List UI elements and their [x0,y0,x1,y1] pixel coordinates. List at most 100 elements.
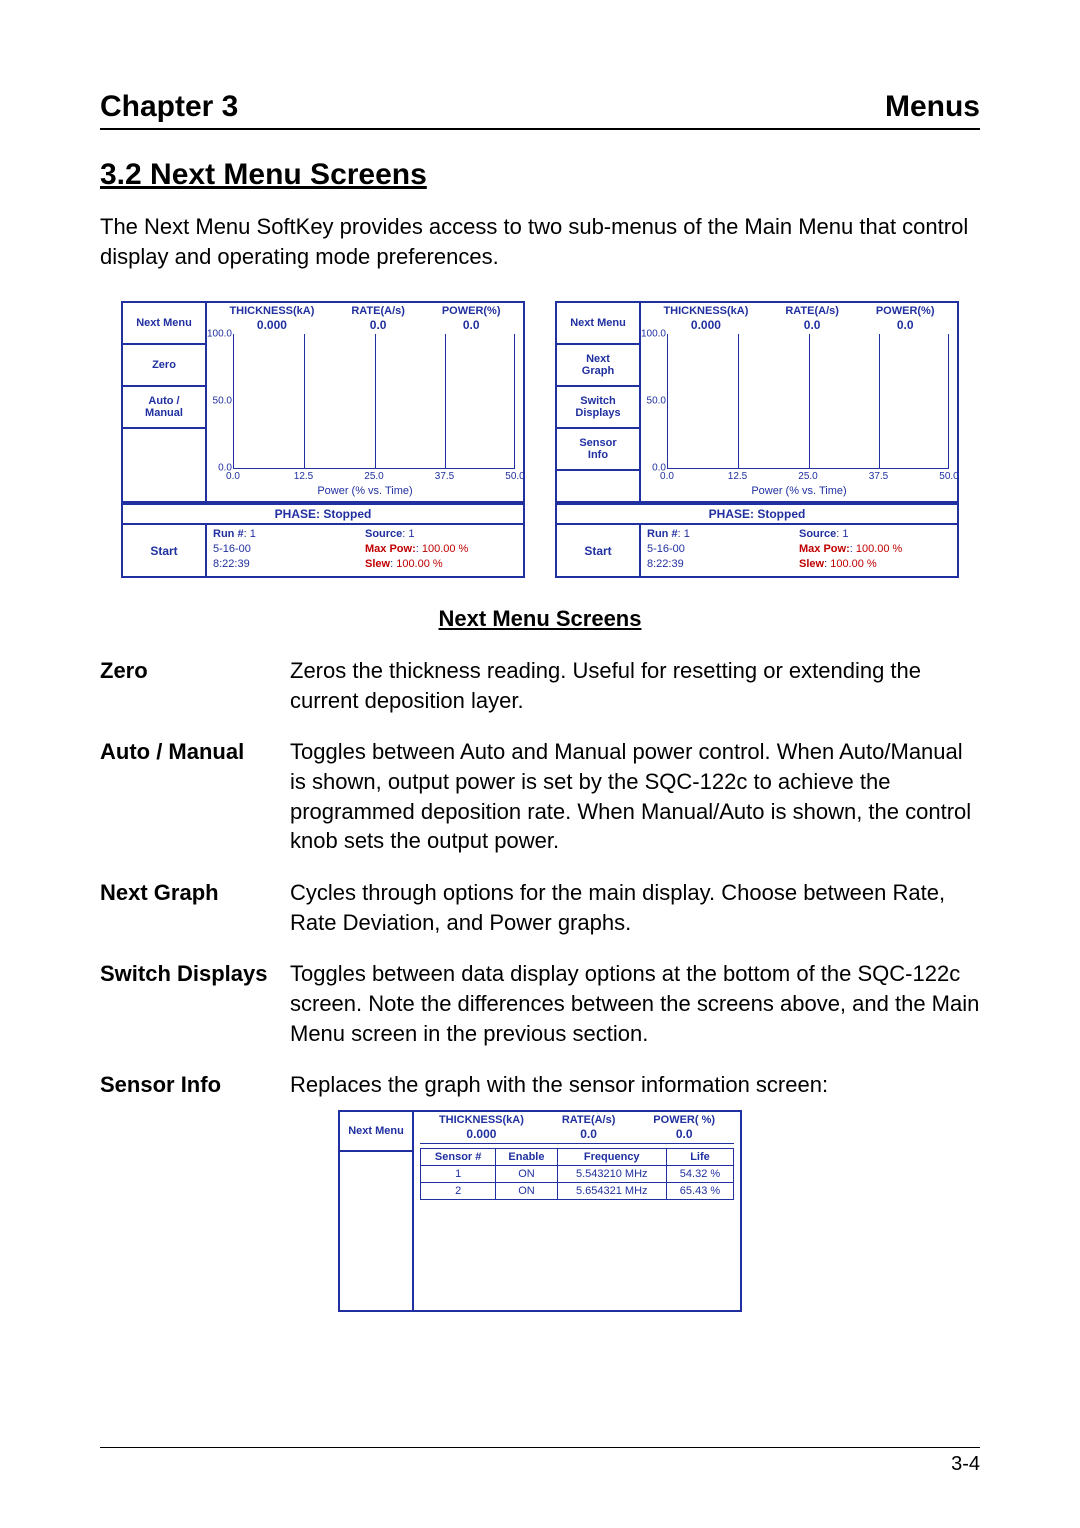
softkey-label: Sensor [579,437,616,449]
x-tick: 12.5 [294,471,313,482]
readouts-row: THICKNESS(kA) 0.000 RATE(A/s) 0.0 POWER(… [207,303,523,334]
definition-term: Switch Displays [100,959,290,1048]
softkey-label: Auto / [148,395,179,407]
readout-label: RATE(A/s) [351,305,405,317]
definition-desc: Zeros the thickness reading. Useful for … [290,656,980,715]
readout-value: 0.0 [562,1127,616,1141]
chapter-label: Chapter 3 [100,90,238,124]
power-chart: 100.0 50.0 0.0 [233,334,515,469]
definition-row: Zero Zeros the thickness reading. Useful… [100,656,980,715]
rate-readout: RATE(A/s) 0.0 [562,1114,616,1141]
x-tick: 12.5 [728,471,747,482]
thickness-readout: THICKNESS(kA) 0.000 [229,305,314,332]
sensor-info-button[interactable]: Sensor Info [557,429,639,471]
softkey-label: Next Menu [570,317,626,329]
readout-label: THICKNESS(kA) [229,305,314,317]
page-number: 3-4 [951,1453,980,1476]
axis-title: Power (% vs. Time) [641,485,957,497]
readouts-row: THICKNESS(kA) 0.000 RATE(A/s) 0.0 POWER(… [420,1114,734,1144]
readout-value: 0.0 [653,1127,715,1141]
col-header: Enable [496,1149,557,1166]
definition-desc: Toggles between data display options at … [290,959,980,1048]
status-time: 8:22:39 [213,557,365,572]
table-header-row: Sensor # Enable Frequency Life [421,1149,734,1166]
status-date: 5-16-00 [213,542,365,557]
power-readout: POWER( %) 0.0 [653,1114,715,1141]
softkey-label: Switch [580,395,615,407]
power-readout: POWER(%) 0.0 [442,305,501,332]
cell: 1 [421,1166,496,1183]
definition-term: Sensor Info [100,1070,290,1100]
col-header: Sensor # [421,1149,496,1166]
definition-term: Next Graph [100,878,290,937]
phase-bar: PHASE: Stopped [123,503,523,523]
x-tick: 37.5 [869,471,888,482]
status-label: Source [799,528,836,540]
status-value: 1 [842,528,848,540]
sensor-info-screen: Next Menu THICKNESS(kA) 0.000 RATE(A/s) … [338,1110,742,1312]
start-button[interactable]: Start [557,525,641,576]
x-ticks: 0.0 12.5 25.0 37.5 50.0 [667,471,949,483]
graph-area: THICKNESS(kA) 0.000 RATE(A/s) 0.0 POWER(… [641,303,957,501]
definitions-list: Zero Zeros the thickness reading. Useful… [100,656,980,1100]
readout-label: RATE(A/s) [562,1114,616,1126]
cell: 65.43 % [666,1183,733,1200]
y-tick: 100.0 [641,329,668,340]
footer-rule [100,1447,980,1448]
status-value: 100.00 % [830,558,876,570]
axis-title: Power (% vs. Time) [207,485,523,497]
definition-row: Sensor Info Replaces the graph with the … [100,1070,980,1100]
rate-readout: RATE(A/s) 0.0 [785,305,839,332]
status-label: Slew [799,558,824,570]
x-tick: 0.0 [226,471,240,482]
cell: 54.32 % [666,1166,733,1183]
x-tick: 37.5 [435,471,454,482]
next-menu-button[interactable]: Next Menu [340,1112,412,1152]
phase-label: PHASE: [709,507,754,521]
y-tick: 50.0 [213,396,234,407]
device-screen-left: Next Menu Zero Auto / Manual THICKNESS(k… [121,301,525,578]
softkey-label: Displays [575,407,620,419]
table-row: 2 ON 5.654321 MHz 65.43 % [421,1183,734,1200]
status-value: 1 [684,528,690,540]
status-grid: Run #: 1 Source: 1 5-16-00 Max Pow:: 100… [641,525,957,576]
status-time: 8:22:39 [647,557,799,572]
zero-button[interactable]: Zero [123,345,205,387]
start-button[interactable]: Start [123,525,207,576]
next-graph-button[interactable]: Next Graph [557,345,639,387]
chapter-topic: Menus [885,90,980,124]
softkey-column: Next Menu Next Graph Switch Displays Sen… [557,303,641,501]
readout-label: THICKNESS(kA) [439,1114,524,1126]
thickness-readout: THICKNESS(kA) 0.000 [663,305,748,332]
switch-displays-button[interactable]: Switch Displays [557,387,639,429]
next-menu-button[interactable]: Next Menu [123,303,205,345]
cell: 5.543210 MHz [557,1166,666,1183]
rate-readout: RATE(A/s) 0.0 [351,305,405,332]
graph-area: THICKNESS(kA) 0.000 RATE(A/s) 0.0 POWER(… [207,303,523,501]
x-ticks: 0.0 12.5 25.0 37.5 50.0 [233,471,515,483]
readout-label: POWER(%) [876,305,935,317]
readout-value: 0.0 [351,318,405,332]
softkey-label: Next Menu [136,317,192,329]
softkey-label: Next [586,353,610,365]
status-value: 1 [250,528,256,540]
readout-label: POWER( %) [653,1114,715,1126]
readout-label: POWER(%) [442,305,501,317]
x-tick: 25.0 [364,471,383,482]
softkey-label: Start [584,544,611,558]
status-label: Max Pow: [799,543,850,555]
status-value: 100.00 % [396,558,442,570]
readout-value: 0.000 [439,1127,524,1141]
status-label: Source [365,528,402,540]
softkey-column: Next Menu [340,1112,414,1310]
readout-label: RATE(A/s) [785,305,839,317]
softkey-label: Zero [152,359,176,371]
next-menu-button[interactable]: Next Menu [557,303,639,345]
readout-value: 0.000 [663,318,748,332]
status-value: 1 [408,528,414,540]
status-grid: Run #: 1 Source: 1 5-16-00 Max Pow:: 100… [207,525,523,576]
softkey-label: Graph [582,365,614,377]
readout-value: 0.0 [442,318,501,332]
auto-manual-button[interactable]: Auto / Manual [123,387,205,429]
col-header: Life [666,1149,733,1166]
